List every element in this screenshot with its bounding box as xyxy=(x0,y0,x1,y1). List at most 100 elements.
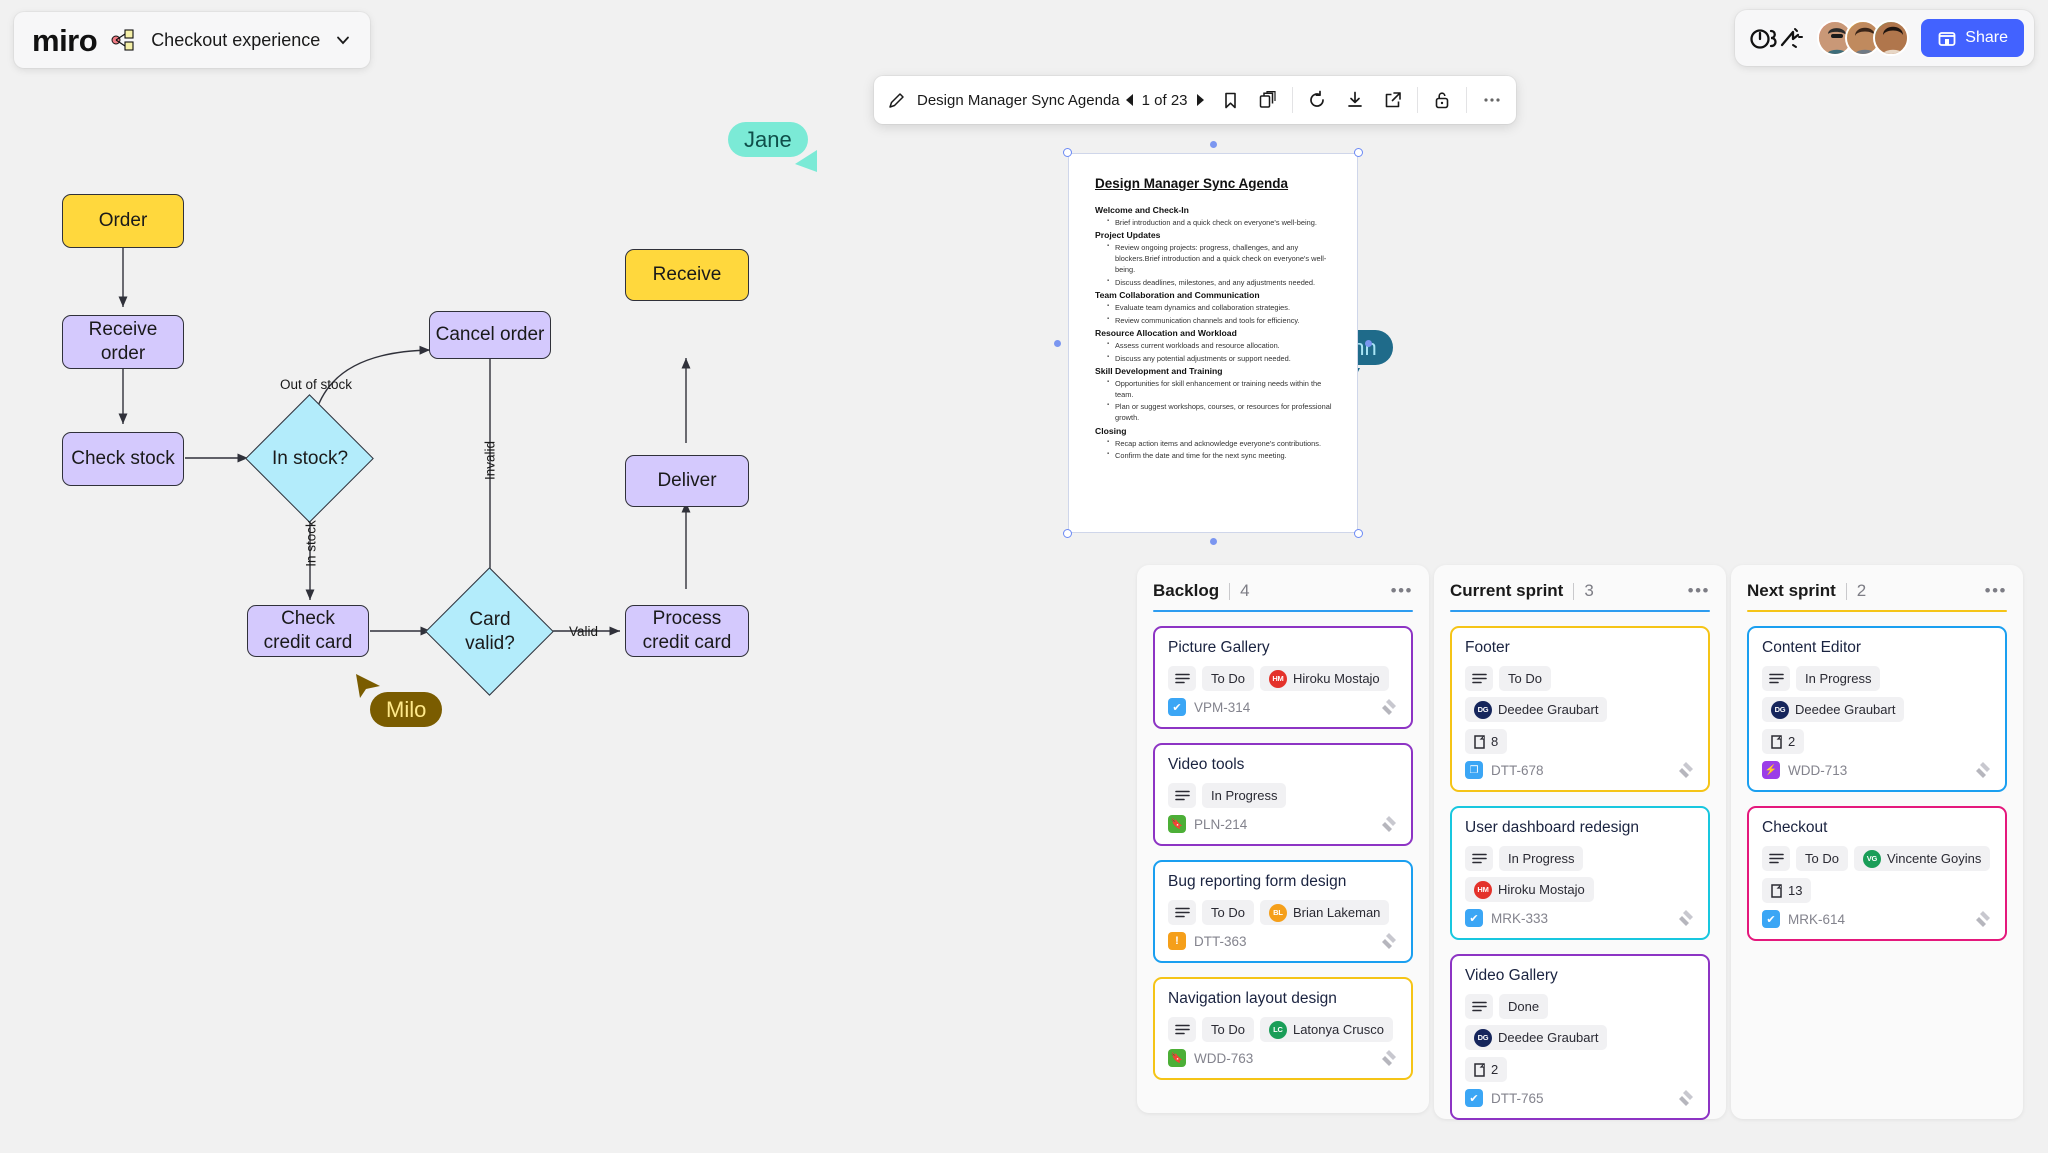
section-heading: Closing xyxy=(1095,425,1127,436)
flow-node-check-credit-card[interactable]: Check credit card xyxy=(247,605,369,657)
flow-edge-label-in-stock: In stock xyxy=(303,520,319,567)
flow-node-label: Receive xyxy=(652,264,722,286)
flow-node-receive-order[interactable]: Receive order xyxy=(62,315,184,369)
more-options-icon[interactable]: ••• xyxy=(1985,582,2007,599)
flow-node-cancel-order[interactable]: Cancel order xyxy=(429,311,551,359)
story-points-badge[interactable]: 8 xyxy=(1465,729,1508,754)
document-page[interactable]: Design Manager Sync Agenda Welcome and C… xyxy=(1068,153,1358,533)
miro-logo[interactable]: miro xyxy=(32,25,98,56)
assignee-badge[interactable]: HM Hiroku Mostajo xyxy=(1259,666,1389,691)
status-badge[interactable]: To Do xyxy=(1202,900,1254,925)
issue-key[interactable]: WDD-763 xyxy=(1194,1051,1253,1066)
resize-handle-tl[interactable] xyxy=(1063,148,1072,157)
board-title[interactable]: Checkout experience xyxy=(151,30,320,51)
next-page-icon[interactable] xyxy=(1196,94,1204,106)
edit-document-button[interactable] xyxy=(878,81,915,119)
kanban-card[interactable]: Video Gallery Done DG Deedee Graubart 2 ✔… xyxy=(1450,954,1710,1120)
more-options-icon[interactable]: ••• xyxy=(1391,582,1413,599)
anchor-dot-left[interactable] xyxy=(1054,339,1061,347)
lock-button[interactable] xyxy=(1423,81,1461,119)
kanban-card[interactable]: Footer To Do DG Deedee Graubart 8 ❐ DTT-6… xyxy=(1450,626,1710,792)
anchor-dot-bottom[interactable] xyxy=(1209,538,1217,545)
issue-key[interactable]: DTT-363 xyxy=(1194,934,1247,949)
open-external-button[interactable] xyxy=(1374,81,1412,119)
issue-key[interactable]: DTT-678 xyxy=(1491,763,1544,778)
assignee-name: Deedee Graubart xyxy=(1498,702,1599,717)
assignee-badge[interactable]: DG Deedee Graubart xyxy=(1465,1025,1608,1050)
prev-page-icon[interactable] xyxy=(1125,94,1133,106)
flow-node-check-stock[interactable]: Check stock xyxy=(62,432,184,486)
column-title: Backlog xyxy=(1153,581,1220,600)
more-options-icon[interactable]: ••• xyxy=(1688,582,1710,599)
status-badge[interactable]: To Do xyxy=(1499,666,1551,691)
status-badge[interactable]: To Do xyxy=(1796,846,1848,871)
jira-icon xyxy=(1382,699,1396,715)
assignee-badge[interactable]: DG Deedee Graubart xyxy=(1465,697,1608,722)
assignee-badge[interactable]: VG Vincente Goyins xyxy=(1853,846,1991,871)
document-name[interactable]: Design Manager Sync Agenda xyxy=(915,92,1126,109)
kanban-column-backlog[interactable]: Backlog 4 ••• Picture Gallery To Do HM Hi… xyxy=(1137,565,1429,1113)
kanban-card[interactable]: Picture Gallery To Do HM Hiroku Mostajo ✔… xyxy=(1153,626,1413,729)
share-button[interactable]: Share xyxy=(1921,19,2024,57)
assignee-badge[interactable]: LC Latonya Crusco xyxy=(1259,1017,1394,1042)
issue-key[interactable]: MRK-333 xyxy=(1491,911,1548,926)
flow-node-deliver[interactable]: Deliver xyxy=(625,455,749,507)
flow-node-label: Order xyxy=(98,210,148,232)
section-heading: Resource Allocation and Workload xyxy=(1095,328,1237,339)
kanban-column-current-sprint[interactable]: Current sprint 3 ••• Footer To Do DG Deed… xyxy=(1434,565,1726,1120)
status-badge[interactable]: In Progress xyxy=(1796,666,1881,691)
document-frame[interactable]: Design Manager Sync Agenda Welcome and C… xyxy=(1054,141,1372,545)
epic-bolt-icon: ⚡ xyxy=(1762,761,1780,779)
kanban-card[interactable]: Navigation layout design To Do LC Latonya… xyxy=(1153,977,1413,1080)
anchor-dot-right[interactable] xyxy=(1365,339,1372,347)
miro-board-canvas[interactable]: Order Receive order Check stock In stock… xyxy=(0,0,2048,1153)
status-badge[interactable]: In Progress xyxy=(1202,783,1287,808)
flow-node-receive[interactable]: Receive xyxy=(625,249,749,301)
flow-node-process-credit-card[interactable]: Process credit card xyxy=(625,605,749,657)
issue-key[interactable]: DTT-765 xyxy=(1491,1091,1544,1106)
flow-node-order[interactable]: Order xyxy=(62,194,184,248)
anchor-dot-top[interactable] xyxy=(1209,141,1217,148)
flow-edge-label-valid: Valid xyxy=(569,624,599,639)
column-header: Backlog 4 ••• xyxy=(1153,581,1413,601)
jira-icon xyxy=(1382,816,1396,832)
issue-key[interactable]: VPM-314 xyxy=(1194,700,1250,715)
issue-key[interactable]: WDD-713 xyxy=(1788,763,1847,778)
status-badge[interactable]: To Do xyxy=(1202,666,1254,691)
assignee-badge[interactable]: DG Deedee Graubart xyxy=(1762,697,1905,722)
board-header-bar: miro Checkout experience xyxy=(14,12,371,68)
kanban-card[interactable]: Video tools In Progress 🔖 PLN-214 xyxy=(1153,743,1413,846)
pencil-icon xyxy=(889,92,904,108)
resize-handle-bl[interactable] xyxy=(1063,529,1072,538)
assignee-badge[interactable]: BL Brian Lakeman xyxy=(1259,900,1390,925)
kanban-card[interactable]: Bug reporting form design To Do BL Brian … xyxy=(1153,860,1413,963)
status-badge[interactable]: Done xyxy=(1499,994,1549,1019)
story-points-badge[interactable]: 2 xyxy=(1762,729,1805,754)
card-title: Video tools xyxy=(1168,756,1245,773)
status-badge[interactable]: In Progress xyxy=(1499,846,1584,871)
description-lines-icon xyxy=(1762,846,1790,871)
kanban-card[interactable]: Checkout To Do VG Vincente Goyins 13 ✔ MR… xyxy=(1747,806,2007,941)
bookmark-button[interactable] xyxy=(1212,81,1249,119)
reactions-timer-icon[interactable] xyxy=(1749,23,1805,53)
board-thumbnail-icon xyxy=(111,29,134,51)
status-badge[interactable]: To Do xyxy=(1202,1017,1254,1042)
download-button[interactable] xyxy=(1336,81,1374,119)
kanban-card[interactable]: User dashboard redesign In Progress HM Hi… xyxy=(1450,806,1710,940)
duplicate-button[interactable] xyxy=(1249,81,1287,119)
story-points-badge[interactable]: 13 xyxy=(1762,878,1812,903)
more-options-button[interactable] xyxy=(1472,81,1512,119)
card-footer: 🔖 PLN-214 xyxy=(1168,815,1398,833)
resize-handle-tr[interactable] xyxy=(1354,148,1363,157)
story-points-badge[interactable]: 2 xyxy=(1465,1057,1508,1082)
chevron-down-icon[interactable] xyxy=(334,31,352,49)
refresh-button[interactable] xyxy=(1298,81,1336,119)
avatar[interactable] xyxy=(1873,20,1910,56)
document-sections: Welcome and Check-In Brief introduction … xyxy=(1095,205,1333,462)
resize-handle-br[interactable] xyxy=(1354,529,1363,538)
kanban-card[interactable]: Content Editor In Progress DG Deedee Grau… xyxy=(1747,626,2007,792)
issue-key[interactable]: MRK-614 xyxy=(1788,912,1845,927)
kanban-column-next-sprint[interactable]: Next sprint 2 ••• Content Editor In Prog… xyxy=(1731,565,2023,1119)
assignee-badge[interactable]: HM Hiroku Mostajo xyxy=(1465,877,1594,902)
issue-key[interactable]: PLN-214 xyxy=(1194,817,1247,832)
